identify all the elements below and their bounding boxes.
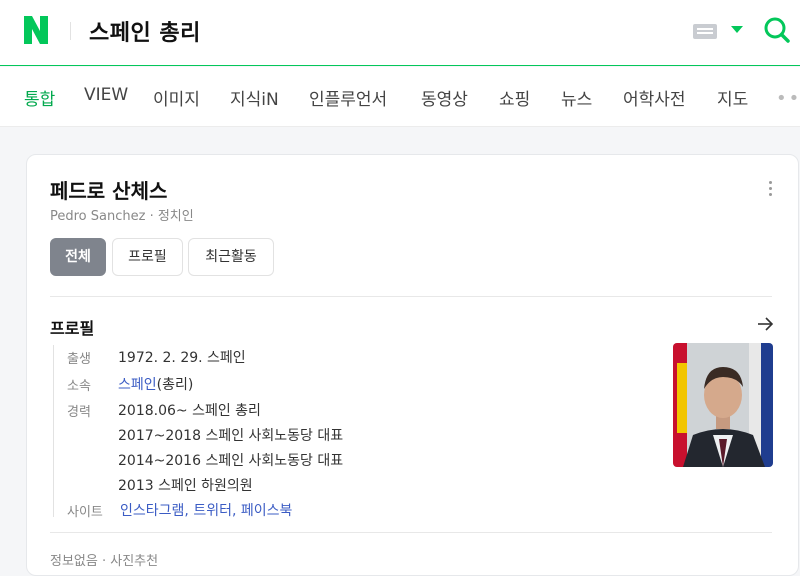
affiliation-role: (총리) [156, 377, 194, 393]
feedback-row[interactable]: 정보없음 · 사진추천 [50, 550, 158, 569]
career-item: 2013 스페인 하원의원 [118, 478, 253, 494]
arrow-right-icon[interactable] [756, 315, 774, 333]
chip-profile[interactable]: 프로필 [112, 238, 183, 276]
career-item: 2018.06~ 스페인 총리 [118, 403, 261, 419]
person-name[interactable]: 페드로 산체스 [50, 175, 167, 204]
search-tabs: 통합 VIEW 이미지 지식iN 인플루언서 동영상 쇼핑 뉴스 어학사전 지도… [0, 67, 800, 127]
section-divider [50, 296, 772, 297]
chip-recent-activity[interactable]: 최근활동 [188, 238, 274, 276]
career-item: 2017~2018 스페인 사회노동당 대표 [118, 428, 344, 444]
affiliation-label: 소속 [67, 379, 91, 394]
affiliation-link[interactable]: 스페인 [118, 377, 157, 393]
section-divider [50, 532, 772, 533]
search-header: 스페인 총리 [0, 0, 800, 66]
career-label: 경력 [67, 405, 91, 420]
twitter-link[interactable]: 트위터 [193, 503, 232, 519]
more-options-icon[interactable] [769, 181, 773, 199]
birth-label: 출생 [67, 352, 91, 367]
site-links: 인스타그램, 트위터, 페이스북 [120, 503, 293, 519]
chevron-down-icon[interactable] [731, 26, 743, 33]
instagram-link[interactable]: 인스타그램 [120, 503, 184, 519]
birth-value: 1972. 2. 29. 스페인 [118, 350, 246, 366]
tab-dictionary[interactable]: 어학사전 [623, 85, 686, 110]
more-tabs-icon[interactable]: •• [776, 90, 800, 108]
affiliation-value: 스페인(총리) [118, 374, 193, 394]
profile-left-border [53, 345, 54, 517]
person-subtitle: Pedro Sanchez · 정치인 [50, 209, 194, 224]
facebook-link[interactable]: 페이스북 [241, 503, 293, 519]
search-icon[interactable] [764, 17, 790, 43]
tab-map[interactable]: 지도 [717, 85, 748, 110]
person-photo[interactable] [673, 343, 773, 467]
tab-view[interactable]: VIEW [84, 85, 128, 105]
tab-shopping[interactable]: 쇼핑 [499, 85, 530, 110]
chip-all[interactable]: 전체 [50, 238, 106, 276]
tab-images[interactable]: 이미지 [153, 85, 200, 110]
header-divider [70, 22, 71, 40]
keyboard-icon[interactable] [693, 24, 717, 39]
tab-knowledge-in[interactable]: 지식iN [230, 85, 279, 110]
tab-all[interactable]: 통합 [24, 85, 55, 110]
tab-influencer[interactable]: 인플루언서 [309, 85, 387, 110]
career-item: 2014~2016 스페인 사회노동당 대표 [118, 453, 344, 469]
site-label: 사이트 [67, 505, 103, 520]
person-info-card: 페드로 산체스 Pedro Sanchez · 정치인 전체 프로필 최근활동 … [26, 154, 799, 576]
naver-logo-icon[interactable] [22, 14, 50, 46]
tab-news[interactable]: 뉴스 [561, 85, 592, 110]
section-title-profile: 프로필 [50, 319, 95, 338]
tab-video[interactable]: 동영상 [421, 85, 468, 110]
search-query[interactable]: 스페인 총리 [89, 15, 201, 47]
